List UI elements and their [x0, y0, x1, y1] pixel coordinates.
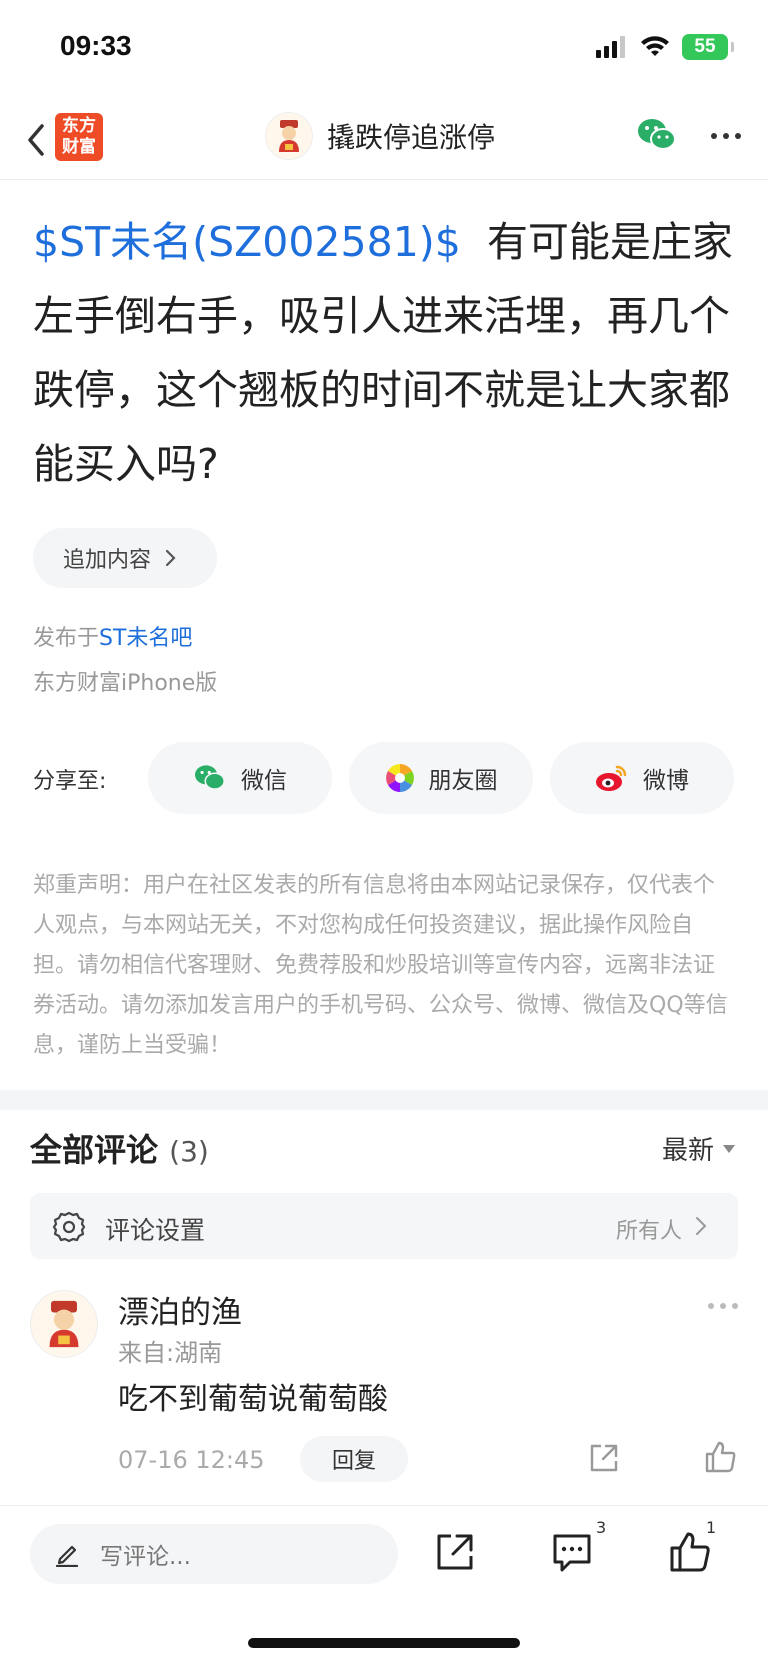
- share-weibo-label: 微博: [643, 768, 689, 794]
- comment-time: 07-16 12:45: [118, 1446, 265, 1474]
- status-bar: 09:33 55: [0, 0, 768, 100]
- avatar[interactable]: [30, 1290, 98, 1358]
- share-wechat-button[interactable]: 微信: [148, 742, 332, 814]
- bar-avatar: [265, 112, 313, 160]
- client-line: 东方财富iPhone版: [33, 671, 218, 696]
- comment-author[interactable]: 漂泊的渔: [118, 1287, 242, 1332]
- bar-title: 撬跌停追涨停: [327, 121, 496, 154]
- share-moments-label: 朋友圈: [428, 768, 498, 794]
- gear-icon: [52, 1211, 86, 1243]
- caret-down-icon: [723, 1144, 735, 1153]
- sort-dropdown[interactable]: 最新: [662, 1130, 736, 1167]
- share-weibo-button[interactable]: 微博: [550, 742, 734, 814]
- more-icon[interactable]: [708, 124, 744, 148]
- bar-link[interactable]: ST未名吧: [99, 626, 192, 651]
- comments-title: 全部评论 (3): [30, 1125, 209, 1171]
- comment-location: 来自:湖南: [118, 1339, 223, 1367]
- section-divider: [0, 1090, 768, 1110]
- fortune-god-icon: [279, 120, 299, 152]
- share-icon[interactable]: [588, 1442, 620, 1474]
- comment-text: 吃不到葡萄说葡萄酸: [118, 1382, 388, 1417]
- disclaimer: 郑重声明：用户在社区发表的所有信息将由本网站记录保存，仅代表个人观点，与本网站无…: [33, 873, 728, 1058]
- share-icon[interactable]: [433, 1530, 477, 1574]
- comment-bubble-icon[interactable]: [550, 1530, 594, 1574]
- settings-value: 所有人: [615, 1219, 682, 1244]
- stock-tag-link[interactable]: $ST未名(SZ002581)$: [33, 218, 461, 266]
- more-icon[interactable]: [706, 1300, 740, 1312]
- thumbs-up-icon[interactable]: [704, 1440, 738, 1474]
- nav-bar: 东方 财富 撬跌停追涨停: [0, 100, 768, 180]
- comment-count-badge: 3: [596, 1518, 607, 1537]
- wechat-icon: [195, 765, 226, 790]
- comment-input-placeholder: 写评论...: [100, 1544, 191, 1570]
- signal-icon: [596, 36, 625, 58]
- status-time: 09:33: [60, 30, 132, 61]
- share-label: 分享至:: [33, 769, 107, 794]
- fortune-god-icon: [49, 1300, 79, 1348]
- append-content-button[interactable]: 追加内容: [33, 528, 217, 588]
- reply-button[interactable]: 回复: [300, 1436, 408, 1482]
- settings-label: 评论设置: [105, 1216, 206, 1245]
- comment-input[interactable]: 写评论...: [30, 1524, 398, 1584]
- moments-icon: [385, 764, 414, 792]
- back-chevron-icon[interactable]: [18, 118, 58, 162]
- sort-label: 最新: [661, 1136, 714, 1166]
- battery-icon: 55: [682, 34, 734, 60]
- wifi-icon: [641, 36, 669, 56]
- post-body: $ST未名(SZ002581)$ 有可能是庄家左手倒右手，吸引人进来活埋，再几个…: [33, 205, 738, 501]
- battery-level: 55: [694, 36, 716, 57]
- logo-text-1: 东方: [62, 116, 96, 136]
- bottom-bar: 写评论... 3 1: [0, 1505, 768, 1663]
- weibo-icon: [596, 765, 627, 791]
- reply-label: 回复: [331, 1449, 376, 1474]
- chevron-right-icon: [165, 549, 176, 567]
- status-icons: 55: [596, 34, 734, 60]
- append-label: 追加内容: [63, 548, 152, 573]
- share-moments-button[interactable]: 朋友圈: [349, 742, 533, 814]
- comments-count: (3): [169, 1135, 209, 1168]
- comments-title-text: 全部评论: [30, 1131, 159, 1169]
- logo-text-2: 财富: [62, 137, 96, 157]
- chevron-right-icon: [696, 1217, 707, 1235]
- like-count-badge: 1: [706, 1518, 717, 1537]
- eastmoney-logo[interactable]: 东方 财富: [55, 113, 103, 161]
- pencil-icon: [55, 1545, 79, 1567]
- share-wechat-label: 微信: [241, 768, 287, 794]
- posted-in-line: 发布于ST未名吧: [33, 620, 192, 652]
- posted-in-prefix: 发布于: [33, 626, 100, 651]
- wechat-icon[interactable]: [636, 114, 678, 156]
- comment-settings-row[interactable]: 评论设置 所有人: [30, 1193, 738, 1259]
- home-indicator[interactable]: [248, 1638, 520, 1648]
- bar-header[interactable]: 撬跌停追涨停: [265, 112, 495, 160]
